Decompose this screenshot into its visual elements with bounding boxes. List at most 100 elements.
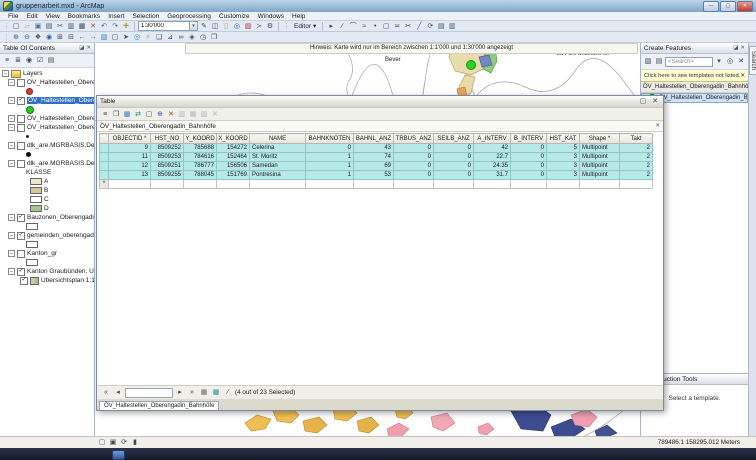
table-cell[interactable]: 3 (547, 171, 580, 180)
attributes-window-icon[interactable]: ▤ (436, 21, 446, 31)
layer-label[interactable]: dlk_are.MGRBASIS.Dev_Guetekla (27, 160, 94, 167)
toc-row[interactable]: –ÖV_Haltestellen_Oberengadin_Busstatione… (0, 78, 94, 87)
table-cell[interactable]: 1 (306, 162, 354, 171)
rotate-tool-icon[interactable]: ⟳ (425, 21, 435, 31)
layer-checkbox[interactable] (17, 79, 25, 87)
forward-extent-icon[interactable]: → (88, 32, 98, 42)
table-cell[interactable]: 8509255 (151, 171, 184, 180)
open-folder-icon[interactable]: ▱ (22, 21, 32, 31)
toc-row[interactable]: –ÖV_Haltestellen_Oberengadin (0, 123, 94, 132)
toolbar-grip[interactable]: ⋮ (3, 22, 9, 30)
table-cell[interactable] (620, 180, 653, 189)
table-cell[interactable]: 5 (547, 144, 580, 153)
column-header[interactable]: B_INTERV (511, 134, 547, 144)
expander-icon[interactable]: – (8, 142, 15, 149)
table-cell[interactable]: Multipoint (580, 153, 620, 162)
map-scale-input[interactable] (139, 23, 189, 29)
viewer-window-icon[interactable]: ❐ (209, 32, 219, 42)
table-cell[interactable]: 1 (306, 153, 354, 162)
show-all-records-icon[interactable]: ▦ (199, 388, 209, 398)
layer-label[interactable]: Bauzonen_Oberengadin (27, 214, 94, 221)
table-cell[interactable]: Multipoint (580, 162, 620, 171)
close-icon[interactable]: ✕ (655, 123, 660, 129)
table-cell[interactable]: 22.7 (474, 153, 511, 162)
layer-checkbox[interactable]: ✓ (20, 277, 28, 285)
table-cell[interactable]: 154272 (217, 144, 250, 153)
reshape-feature-icon[interactable]: ≍ (392, 21, 402, 31)
toc-row[interactable]: –✓Kanton Graubünden, Übersichtsp (0, 267, 94, 276)
toc-row[interactable]: –✓Bauzonen_Oberengadin (0, 213, 94, 222)
list-by-source-icon[interactable]: ≣ (13, 55, 23, 65)
identify-icon[interactable]: ◎ (132, 32, 142, 42)
back-extent-icon[interactable]: ← (77, 32, 87, 42)
menu-edit[interactable]: Edit (22, 13, 41, 20)
editor-menu-button[interactable]: Editor▾ (291, 22, 319, 30)
table-window-titlebar[interactable]: Table ▢✕ (97, 96, 663, 108)
table-cell[interactable]: St. Moritz (250, 153, 306, 162)
expander-icon[interactable]: – (8, 214, 15, 221)
copy-icon[interactable]: ▥ (177, 109, 187, 119)
paste-icon[interactable]: ▦ (188, 109, 198, 119)
select-features-icon[interactable]: ▧ (99, 32, 109, 42)
clear-selection-icon[interactable]: ▢ (110, 32, 120, 42)
expander-icon[interactable]: – (8, 115, 15, 122)
fixed-zoom-in-icon[interactable]: ⊞ (55, 32, 65, 42)
layer-checkbox[interactable] (17, 142, 25, 150)
next-record-icon[interactable]: ▸ (175, 388, 185, 398)
expander-icon[interactable]: – (8, 250, 15, 257)
close-icon[interactable]: ✕ (740, 45, 745, 51)
maximize-button[interactable]: ▢ (720, 1, 736, 12)
dropdown-arrow-icon[interactable]: ▾ (714, 57, 724, 67)
switch-selection-icon[interactable]: ⇄ (133, 109, 143, 119)
menu-selection[interactable]: Selection (128, 13, 163, 20)
table-cell[interactable] (434, 180, 474, 189)
table-cell[interactable]: 0 (306, 144, 354, 153)
table-cell[interactable]: 0 (511, 144, 547, 153)
table-cell[interactable]: Multipoint (580, 144, 620, 153)
redo-icon[interactable]: ↷ (110, 21, 120, 31)
copy-icon[interactable]: ▥ (66, 21, 76, 31)
column-header[interactable]: Y_KOORD (184, 134, 217, 144)
pan-icon[interactable]: ❖ (33, 32, 43, 42)
table-cell[interactable]: 0 (434, 144, 474, 153)
chevron-down-icon[interactable]: ▾ (189, 22, 197, 30)
zoom-in-icon[interactable]: ⊕ (11, 32, 21, 42)
expander-icon[interactable]: – (8, 232, 15, 239)
python-window-icon[interactable]: ≻ (254, 21, 264, 31)
table-cell[interactable]: 0 (511, 162, 547, 171)
table-cell[interactable]: 1 (306, 171, 354, 180)
template-search-input[interactable] (666, 59, 712, 65)
table-cell[interactable]: 8509253 (151, 153, 184, 162)
pin-icon[interactable]: ◪ (733, 45, 738, 51)
list-by-selection-icon[interactable]: ☑ (35, 55, 45, 65)
template-group-header[interactable]: ÖV_Haltestellen_Oberengadin_Bahnhöfe (641, 82, 748, 93)
refresh-view-icon[interactable]: ⟳ (119, 438, 129, 448)
arctoolbox-icon[interactable]: ▨ (243, 21, 253, 31)
layer-checkbox[interactable]: ✓ (17, 97, 25, 105)
toc-row[interactable]: –✓gemeinden_oberengadin (0, 231, 94, 240)
table-tab[interactable]: ÖV_Haltestellen_Oberengadin_Bahnhöfe (99, 401, 219, 410)
template-search-box[interactable] (665, 57, 713, 67)
column-header[interactable]: BAHNL_ANZ (354, 134, 394, 144)
row-selector-cell[interactable]: * (100, 180, 109, 189)
menu-file[interactable]: File (4, 13, 22, 20)
toc-row[interactable]: –✓ÖV_Haltestellen_Oberengadin_Bahnhöfe (0, 96, 94, 105)
toc-row[interactable]: D (0, 204, 94, 213)
expander-icon[interactable]: – (8, 97, 15, 104)
list-by-visibility-icon[interactable]: ◉ (24, 55, 34, 65)
table-cell[interactable] (184, 180, 217, 189)
layer-checkbox[interactable] (17, 250, 25, 258)
layer-label[interactable]: ÖV_Haltestellen_Oberengadin_ch (27, 115, 94, 122)
layer-label[interactable]: Kanton Graubünden, Übersichtsp (27, 268, 94, 275)
table-cell[interactable]: 8509252 (151, 144, 184, 153)
table-cell[interactable]: 0 (434, 153, 474, 162)
toc-row[interactable] (0, 222, 94, 231)
menu-windows[interactable]: Windows (254, 13, 288, 20)
table-cell[interactable]: 13 (109, 171, 151, 180)
pause-drawing-icon[interactable]: ▮ (130, 438, 140, 448)
menu-view[interactable]: View (42, 13, 64, 20)
expander-icon[interactable]: – (2, 70, 9, 77)
table-cell[interactable] (474, 180, 511, 189)
new-record-row[interactable]: * (100, 180, 653, 189)
go-to-xy-icon[interactable]: ◈ (187, 32, 197, 42)
